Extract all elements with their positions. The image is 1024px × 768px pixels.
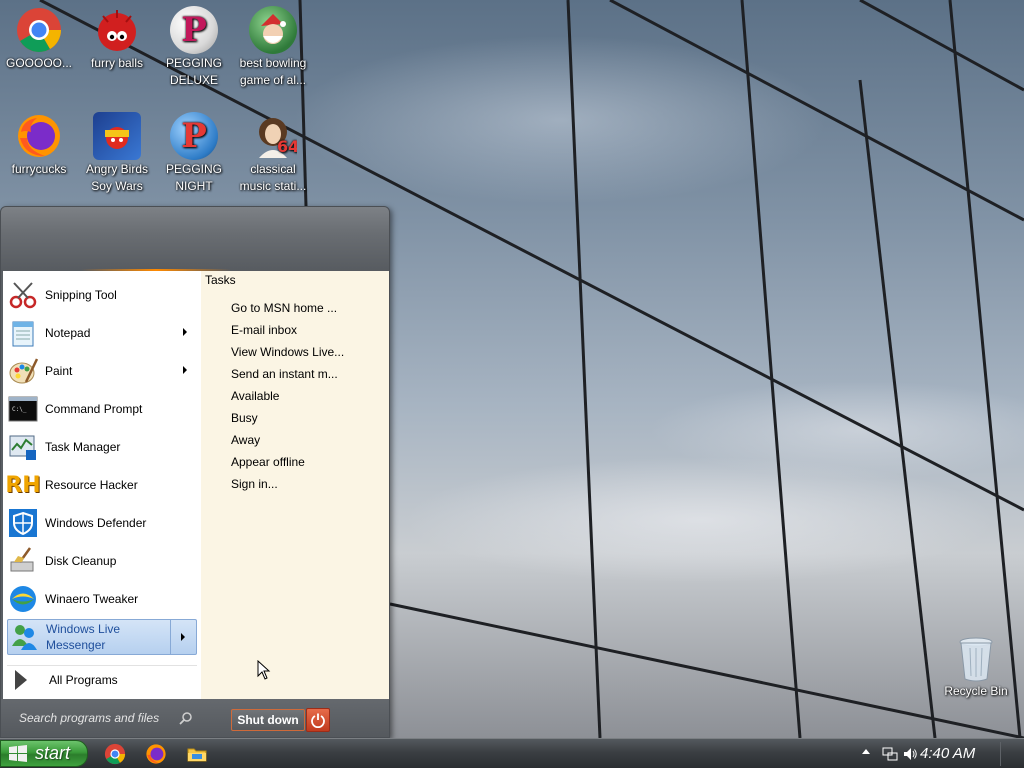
program-label: Winaero Tweaker xyxy=(45,592,139,606)
file-explorer-icon[interactable] xyxy=(186,743,208,765)
program-resource-hacker[interactable]: RH Resource Hacker xyxy=(5,467,197,503)
program-label: Task Manager xyxy=(45,440,121,454)
task-item[interactable]: Sign in... xyxy=(231,477,278,497)
start-label: start xyxy=(35,743,71,763)
program-label: Windows Defender xyxy=(45,516,147,530)
desktop-icon-label: furrycucks xyxy=(11,162,67,176)
start-menu: Snipping Tool Notepad Paint C:\_ Command… xyxy=(0,206,390,738)
chrome-icon xyxy=(15,6,63,54)
submenu-arrow-icon[interactable] xyxy=(170,620,196,654)
program-list: Snipping Tool Notepad Paint C:\_ Command… xyxy=(3,271,201,699)
snipping-tool-icon xyxy=(7,279,39,311)
clock[interactable]: 4:40 AM xyxy=(920,745,975,762)
desktop-icon-pegging-deluxe[interactable]: P PEGGING DELUXE xyxy=(155,6,233,89)
desktop-icon-furry-balls[interactable]: furry balls xyxy=(78,6,156,72)
notepad-icon xyxy=(7,317,39,349)
start-menu-header xyxy=(1,207,389,271)
task-manager-icon xyxy=(7,431,39,463)
program-label: Notepad xyxy=(45,326,91,340)
desktop-icon-classical-music[interactable]: 64 classical music stati... xyxy=(234,112,312,195)
all-programs-button[interactable]: All Programs xyxy=(7,665,197,693)
task-item[interactable]: Busy xyxy=(231,411,258,431)
paint-icon xyxy=(7,355,39,387)
resource-hacker-icon: RH xyxy=(5,472,41,498)
program-label: Snipping Tool xyxy=(45,288,117,302)
program-label: Disk Cleanup xyxy=(45,554,117,568)
classical-portrait-icon: 64 xyxy=(249,112,297,160)
desktop-icon-recycle-bin[interactable]: Recycle Bin xyxy=(936,636,1016,700)
messenger-icon xyxy=(8,621,40,653)
shutdown-button[interactable]: Shut down xyxy=(231,709,305,731)
system-tray: 4:40 AM xyxy=(854,739,1024,768)
command-prompt-icon: C:\_ xyxy=(7,393,39,425)
desktop-icon-label: classical music stati... xyxy=(239,162,307,193)
task-item[interactable]: View Windows Live... xyxy=(231,345,344,365)
program-windows-defender[interactable]: Windows Defender xyxy=(7,505,197,541)
desktop-icon-pegging-night[interactable]: P PEGGING NIGHT xyxy=(155,112,233,195)
program-winaero-tweaker[interactable]: Winaero Tweaker xyxy=(7,581,197,617)
disk-cleanup-icon xyxy=(7,545,39,577)
windows-logo-icon xyxy=(7,743,29,765)
desktop-icon-label: best bowling game of al... xyxy=(239,56,307,87)
task-item[interactable]: Appear offline xyxy=(231,455,305,475)
tasks-title: Tasks xyxy=(205,273,236,287)
windows-defender-icon xyxy=(7,507,39,539)
program-task-manager[interactable]: Task Manager xyxy=(7,429,197,465)
power-icon[interactable] xyxy=(306,708,330,732)
chrome-icon[interactable] xyxy=(104,743,126,765)
program-label: Resource Hacker xyxy=(45,478,138,492)
firefox-icon[interactable] xyxy=(145,743,167,765)
desktop-icon-label: GOOOOO... xyxy=(5,56,72,70)
task-item[interactable]: Go to MSN home ... xyxy=(231,301,337,321)
furry-ball-icon xyxy=(93,6,141,54)
task-item[interactable]: E-mail inbox xyxy=(231,323,297,343)
bowling-santa-icon xyxy=(249,6,297,54)
desktop-icon-label: Angry Birds Soy Wars xyxy=(85,162,149,193)
program-paint[interactable]: Paint xyxy=(7,353,197,389)
program-disk-cleanup[interactable]: Disk Cleanup xyxy=(7,543,197,579)
program-label: Paint xyxy=(45,364,73,378)
desktop-icon-label: PEGGING NIGHT xyxy=(165,162,222,193)
desktop-icon-label: PEGGING DELUXE xyxy=(165,56,222,87)
all-programs-label: All Programs xyxy=(49,672,118,687)
search-icon xyxy=(179,711,193,725)
desktop-icon-best-bowling[interactable]: best bowling game of al... xyxy=(234,6,312,89)
recycle-bin-icon xyxy=(952,636,1000,682)
angry-birds-icon xyxy=(93,112,141,160)
program-label: Windows Live Messenger xyxy=(46,622,121,652)
play-arrow-icon xyxy=(15,669,27,690)
program-snipping-tool[interactable]: Snipping Tool xyxy=(7,277,197,313)
taskbar: start 4:40 AM xyxy=(0,738,1024,768)
task-item[interactable]: Send an instant m... xyxy=(231,367,338,387)
submenu-arrow-icon xyxy=(183,328,187,336)
firefox-icon xyxy=(15,112,63,160)
show-hidden-icons-chevron-icon[interactable] xyxy=(862,749,870,754)
desktop-icon-label: furry balls xyxy=(90,56,143,70)
volume-icon[interactable] xyxy=(902,746,918,765)
start-button[interactable]: start xyxy=(0,740,88,767)
pegging-p-icon: P xyxy=(170,112,218,160)
pegging-p-icon: P xyxy=(170,6,218,54)
program-command-prompt[interactable]: C:\_ Command Prompt xyxy=(7,391,197,427)
desktop-icon-chrome[interactable]: GOOOOO... xyxy=(0,6,78,72)
network-icon[interactable] xyxy=(882,746,898,765)
task-item[interactable]: Available xyxy=(231,389,279,409)
desktop-icon-firefox[interactable]: furrycucks xyxy=(0,112,78,178)
program-notepad[interactable]: Notepad xyxy=(7,315,197,351)
tasks-panel: Tasks Go to MSN home ... E-mail inbox Vi… xyxy=(201,271,389,699)
task-item[interactable]: Away xyxy=(231,433,260,453)
desktop-icon-angry-birds[interactable]: Angry Birds Soy Wars xyxy=(78,112,156,195)
submenu-arrow-icon xyxy=(183,366,187,374)
svg-text:64: 64 xyxy=(277,137,297,156)
desktop-icon-label: Recycle Bin xyxy=(944,684,1008,698)
mouse-cursor-icon xyxy=(257,659,271,683)
search-input[interactable]: Search programs and files xyxy=(19,711,159,725)
winaero-tweaker-icon xyxy=(7,583,39,615)
program-windows-live-messenger[interactable]: Windows Live Messenger xyxy=(7,619,197,655)
svg-text:C:\_: C:\_ xyxy=(12,406,27,413)
show-desktop-button[interactable] xyxy=(1000,742,1022,766)
start-menu-footer: Search programs and files Shut down xyxy=(1,699,389,737)
program-label: Command Prompt xyxy=(45,402,143,416)
